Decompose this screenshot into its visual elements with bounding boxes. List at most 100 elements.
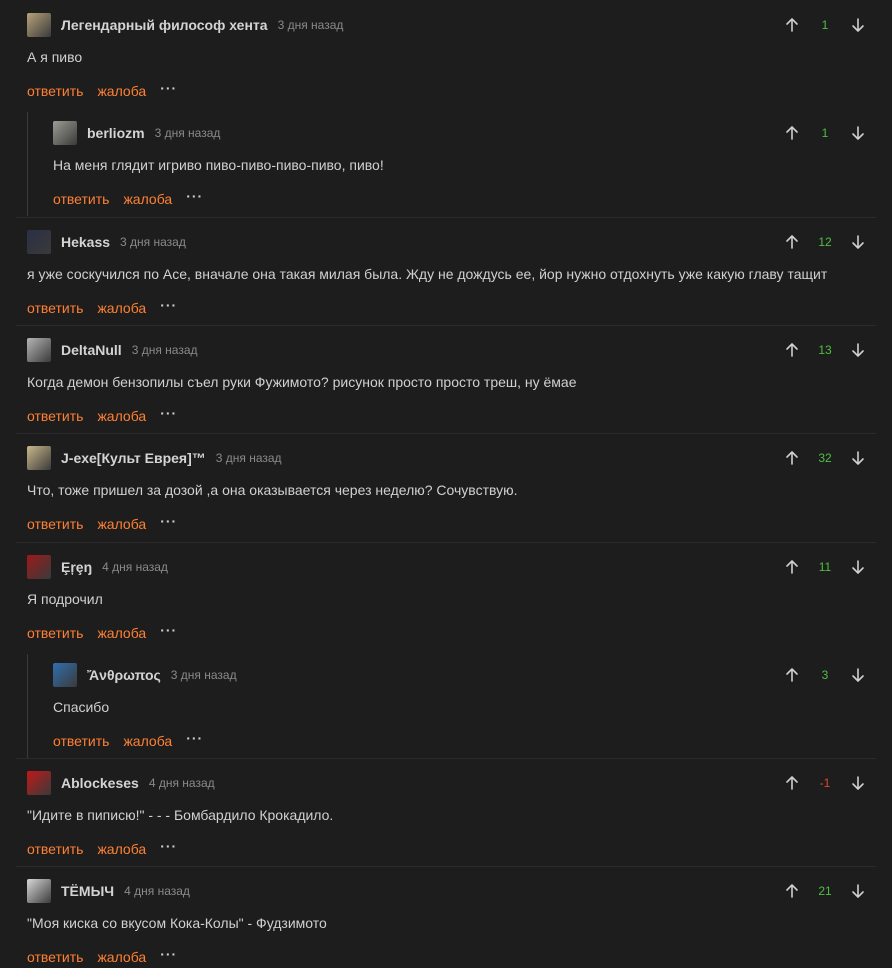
username[interactable]: Ablockeses 4 дня назад: [61, 775, 215, 791]
report-link[interactable]: жалоба: [97, 625, 146, 641]
downvote-arrow-icon[interactable]: [850, 123, 866, 143]
username-text[interactable]: berliozm: [87, 125, 145, 141]
reply-link[interactable]: ответить: [53, 733, 109, 749]
avatar[interactable]: [27, 879, 51, 903]
more-options-icon[interactable]: ···: [160, 622, 177, 638]
avatar[interactable]: [27, 771, 51, 795]
username-text[interactable]: Ablockeses: [61, 775, 139, 791]
downvote-arrow-icon[interactable]: [850, 340, 866, 360]
downvote-arrow-icon[interactable]: [850, 448, 866, 468]
upvote-arrow-icon[interactable]: [784, 665, 800, 685]
report-link[interactable]: жалоба: [97, 83, 146, 99]
vote-score: 3: [821, 668, 829, 682]
reply-link[interactable]: ответить: [27, 408, 83, 424]
comment-time: 3 дня назад: [154, 126, 221, 140]
downvote-arrow-icon[interactable]: [850, 557, 866, 577]
more-options-icon[interactable]: ···: [160, 405, 177, 421]
username[interactable]: DeltaNull 3 дня назад: [61, 342, 198, 358]
more-options-icon[interactable]: ···: [186, 188, 203, 204]
reply-link[interactable]: ответить: [27, 949, 83, 965]
report-link[interactable]: жалоба: [123, 191, 172, 207]
downvote-arrow-icon[interactable]: [850, 773, 866, 793]
more-options-icon[interactable]: ···: [160, 80, 177, 96]
more-options-icon[interactable]: ···: [160, 513, 177, 529]
vote-controls: 21: [784, 879, 866, 903]
upvote-arrow-icon[interactable]: [784, 773, 800, 793]
reply-link[interactable]: ответить: [27, 841, 83, 857]
comment-actions: ответить жалоба ···: [53, 730, 203, 749]
comment-divider: [16, 433, 876, 434]
username-text[interactable]: Hekass: [61, 234, 110, 250]
avatar[interactable]: [27, 446, 51, 470]
username[interactable]: Ȩŗȩŋ 4 дня назад: [61, 559, 168, 575]
username[interactable]: J-exe[Культ Еврея]™ 3 дня назад: [61, 450, 282, 466]
comment-divider: [16, 758, 876, 759]
vote-controls: 12: [784, 230, 866, 254]
downvote-arrow-icon[interactable]: [850, 232, 866, 252]
username-text[interactable]: Ἄνθρωπος: [87, 667, 161, 683]
username-text[interactable]: Ȩŗȩŋ: [61, 559, 92, 575]
vote-controls: 11: [784, 555, 866, 579]
more-options-icon[interactable]: ···: [186, 730, 203, 746]
report-link[interactable]: жалоба: [123, 733, 172, 749]
more-options-icon[interactable]: ···: [160, 297, 177, 313]
upvote-arrow-icon[interactable]: [784, 123, 800, 143]
reply-link[interactable]: ответить: [53, 191, 109, 207]
upvote-arrow-icon[interactable]: [784, 448, 800, 468]
avatar[interactable]: [27, 230, 51, 254]
avatar[interactable]: [27, 338, 51, 362]
avatar[interactable]: [53, 663, 77, 687]
reply-comment: Ἄνθρωπος 3 дня назад 3 Спасибо ответить жалоб…: [0, 650, 892, 758]
avatar-image: [53, 663, 77, 687]
report-link[interactable]: жалоба: [97, 516, 146, 532]
comment-time: 4 дня назад: [124, 884, 190, 898]
username[interactable]: Hekass 3 дня назад: [61, 234, 186, 250]
reply-link[interactable]: ответить: [27, 516, 83, 532]
downvote-arrow-icon[interactable]: [850, 665, 866, 685]
reply-link[interactable]: ответить: [27, 83, 83, 99]
upvote-arrow-icon[interactable]: [784, 557, 800, 577]
reply-link[interactable]: ответить: [27, 300, 83, 316]
report-link[interactable]: жалоба: [97, 408, 146, 424]
comment-text: "Идите в пиписю!" - - - Бомбардило Крока…: [27, 807, 334, 823]
reply-link[interactable]: ответить: [27, 625, 83, 641]
username[interactable]: berliozm 3 дня назад: [87, 125, 220, 141]
username-text[interactable]: Легендарный философ хента: [61, 17, 268, 33]
vote-score: 1: [821, 18, 829, 32]
comment-time: 3 дня назад: [170, 668, 237, 682]
comment-time: 3 дня назад: [131, 343, 198, 357]
comment-header: ТЁМЫЧ 4 дня назад 21: [27, 879, 892, 903]
report-link[interactable]: жалоба: [97, 841, 146, 857]
downvote-arrow-icon[interactable]: [850, 881, 866, 901]
username[interactable]: Ἄνθρωπος 3 дня назад: [87, 667, 237, 683]
downvote-arrow-icon[interactable]: [850, 15, 866, 35]
thread-line: [27, 112, 28, 216]
more-options-icon[interactable]: ···: [160, 946, 177, 962]
more-options-icon[interactable]: ···: [160, 838, 177, 854]
comment: J-exe[Культ Еврея]™ 3 дня назад 32 Что, тож…: [0, 433, 892, 541]
comment-text: Спасибо: [53, 699, 110, 715]
comment-divider: [16, 542, 876, 543]
report-link[interactable]: жалоба: [97, 949, 146, 965]
username[interactable]: ТЁМЫЧ 4 дня назад: [61, 883, 190, 899]
vote-controls: 13: [784, 338, 866, 362]
avatar-image: [53, 121, 77, 145]
upvote-arrow-icon[interactable]: [784, 881, 800, 901]
vote-score: 11: [818, 560, 832, 574]
username[interactable]: Легендарный философ хента 3 дня назад: [61, 17, 343, 33]
comment: Легендарный философ хента 3 дня назад 1 А я…: [0, 0, 892, 108]
upvote-arrow-icon[interactable]: [784, 232, 800, 252]
username-text[interactable]: ТЁМЫЧ: [61, 883, 114, 899]
avatar[interactable]: [27, 555, 51, 579]
username-text[interactable]: DeltaNull: [61, 342, 122, 358]
comment-header: berliozm 3 дня назад 1: [53, 121, 892, 145]
upvote-arrow-icon[interactable]: [784, 15, 800, 35]
comment: Ȩŗȩŋ 4 дня назад 11 Я подрочил ответить жалоб…: [0, 542, 892, 650]
comment-actions: ответить жалоба ···: [27, 513, 177, 532]
username-text[interactable]: J-exe[Культ Еврея]™: [61, 450, 206, 466]
report-link[interactable]: жалоба: [97, 300, 146, 316]
avatar[interactable]: [27, 13, 51, 37]
upvote-arrow-icon[interactable]: [784, 340, 800, 360]
comment-time: 3 дня назад: [215, 451, 282, 465]
avatar[interactable]: [53, 121, 77, 145]
